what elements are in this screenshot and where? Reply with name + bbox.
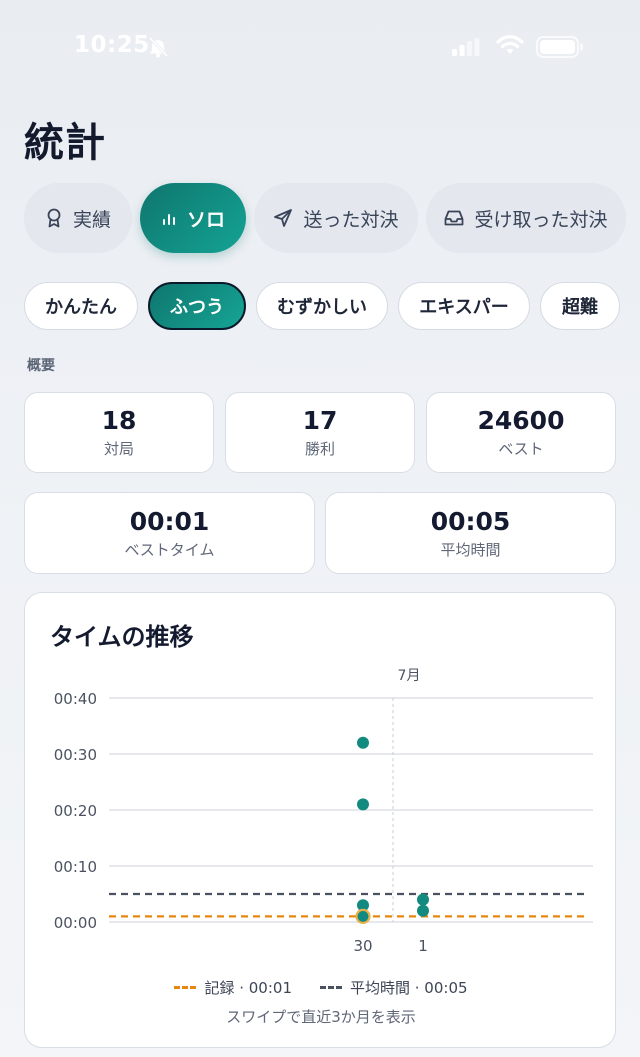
x-tick-label: 1	[418, 937, 428, 955]
battery-icon	[536, 36, 583, 58]
stat-label: ベスト	[498, 440, 544, 458]
data-point	[357, 736, 369, 749]
time-trend-chart[interactable]: 00:00 00:10 00:20 00:30 00:40 7月 30 1	[25, 593, 617, 973]
bell-slash-icon	[148, 36, 169, 58]
bar-chart-icon	[162, 214, 175, 225]
data-point	[417, 893, 429, 906]
send-icon	[274, 209, 293, 227]
mode-tabs: 実績 ソロ 送った対決 受け取った対決	[0, 183, 640, 255]
chip-normal[interactable]: ふつう	[148, 282, 246, 330]
legend-average: 平均時間 · 00:05	[320, 977, 468, 998]
y-tick-label: 00:40	[54, 690, 97, 708]
overview-label: 概要	[27, 358, 55, 374]
y-tick-label: 00:10	[54, 858, 97, 876]
chip-expert[interactable]: エキスパー	[398, 282, 530, 330]
chart-legend: 記録 · 00:01 平均時間 · 00:05	[25, 977, 617, 998]
tab-achievements[interactable]: 実績	[24, 183, 132, 253]
stat-label: 対局	[103, 440, 134, 458]
chart-swipe-hint: スワイプで直近3か月を表示	[226, 1008, 416, 1026]
legend-average-label: 平均時間 · 00:05	[350, 979, 468, 997]
difficulty-tabs: かんたん ふつう むずかしい エキスパー 超難	[0, 282, 640, 332]
stat-label: ベストタイム	[124, 540, 215, 559]
time-trend-card: タイムの推移 00:00 00:10 00:20 00:30 00:40 7月 30 1 記録…	[24, 592, 616, 1048]
y-tick-label: 00:30	[54, 746, 97, 764]
signal-icon	[452, 38, 480, 56]
award-icon	[47, 208, 61, 228]
legend-record: 記録 · 00:01	[174, 977, 292, 998]
y-tick-label: 00:20	[54, 802, 97, 820]
stat-label: 勝利	[304, 440, 335, 458]
stat-best-score: 24600 ベスト	[426, 392, 616, 473]
stat-average-time: 00:05 平均時間	[325, 492, 616, 574]
stat-value: 17	[302, 406, 338, 435]
tab-label: ソロ	[186, 208, 225, 231]
data-point	[417, 904, 429, 917]
status-bar: 10:25	[0, 0, 640, 96]
tab-received-challenges[interactable]: 受け取った対決	[426, 183, 626, 253]
tab-label: 受け取った対決	[474, 208, 608, 231]
y-tick-label: 00:00	[54, 914, 97, 932]
legend-average-swatch	[320, 986, 342, 989]
x-tick-label: 30	[353, 937, 372, 955]
stat-games: 18 対局	[24, 392, 214, 473]
status-time: 10:25	[74, 32, 150, 58]
tab-label: 実績	[72, 208, 111, 231]
month-label: 7月	[398, 668, 421, 684]
inbox-icon	[445, 210, 464, 226]
legend-record-swatch	[174, 986, 197, 989]
wifi-icon	[496, 35, 524, 54]
chip-easy[interactable]: かんたん	[24, 282, 138, 330]
stat-best-time: 00:01 ベストタイム	[24, 492, 315, 574]
tab-label: 送った対決	[303, 208, 399, 231]
stat-value: 18	[101, 406, 137, 435]
stat-wins: 17 勝利	[225, 392, 415, 473]
chip-hard[interactable]: むずかしい	[256, 282, 388, 330]
stat-label: 平均時間	[440, 540, 501, 559]
page-title: 統計	[24, 120, 106, 166]
tab-sent-challenges[interactable]: 送った対決	[254, 183, 418, 253]
data-point	[355, 908, 371, 924]
legend-record-label: 記録 · 00:01	[204, 979, 292, 997]
stat-value: 00:01	[129, 506, 210, 536]
tab-solo[interactable]: ソロ	[140, 183, 246, 253]
stat-value: 24600	[477, 406, 565, 435]
data-point	[357, 798, 369, 811]
stat-value: 00:05	[430, 506, 511, 536]
chip-extreme[interactable]: 超難	[540, 282, 620, 330]
